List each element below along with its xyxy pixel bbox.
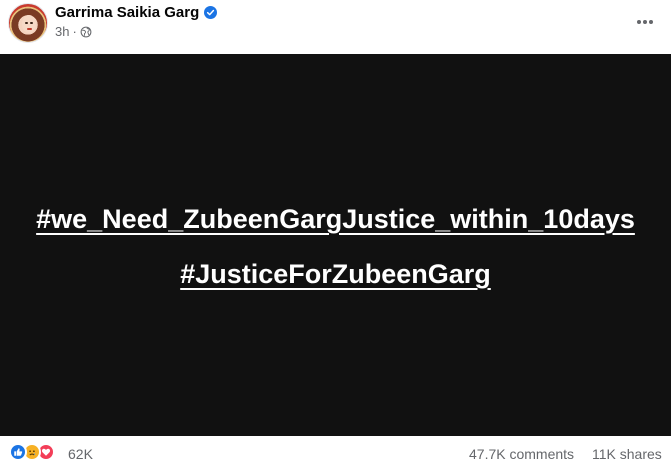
hashtag-link[interactable]: #JusticeForZubeenGarg xyxy=(0,259,671,290)
hashtag-link[interactable]: #we_Need_ZubeenGargJustice_within_10days xyxy=(0,204,671,235)
more-options-icon xyxy=(637,20,653,24)
globe-icon[interactable] xyxy=(80,26,92,38)
avatar-lips xyxy=(27,28,32,30)
more-options-button[interactable] xyxy=(631,10,659,34)
author-name-row: Garrima Saikia Garg xyxy=(55,4,218,21)
author-name[interactable]: Garrima Saikia Garg xyxy=(55,4,199,21)
verified-badge-icon xyxy=(204,6,218,19)
comments-count[interactable]: 47.7K comments xyxy=(469,446,574,462)
avatar-eye xyxy=(30,22,33,24)
reaction-count[interactable]: 62K xyxy=(68,446,93,462)
avatar-face xyxy=(22,15,36,33)
shares-count[interactable]: 11K shares xyxy=(592,446,662,462)
post-timestamp[interactable]: 3h xyxy=(55,24,69,39)
post-media[interactable]: #we_Need_ZubeenGargJustice_within_10days… xyxy=(0,54,671,436)
reaction-icons[interactable] xyxy=(9,443,55,461)
author-avatar[interactable] xyxy=(8,3,48,43)
meta-separator: · xyxy=(72,24,77,39)
post-header: Garrima Saikia Garg 3h · xyxy=(0,0,671,54)
avatar-eye xyxy=(25,22,28,24)
post-footer: 62K 47.7K comments 11K shares xyxy=(0,436,671,471)
like-icon xyxy=(9,443,27,461)
post-meta: 3h · xyxy=(55,24,92,39)
